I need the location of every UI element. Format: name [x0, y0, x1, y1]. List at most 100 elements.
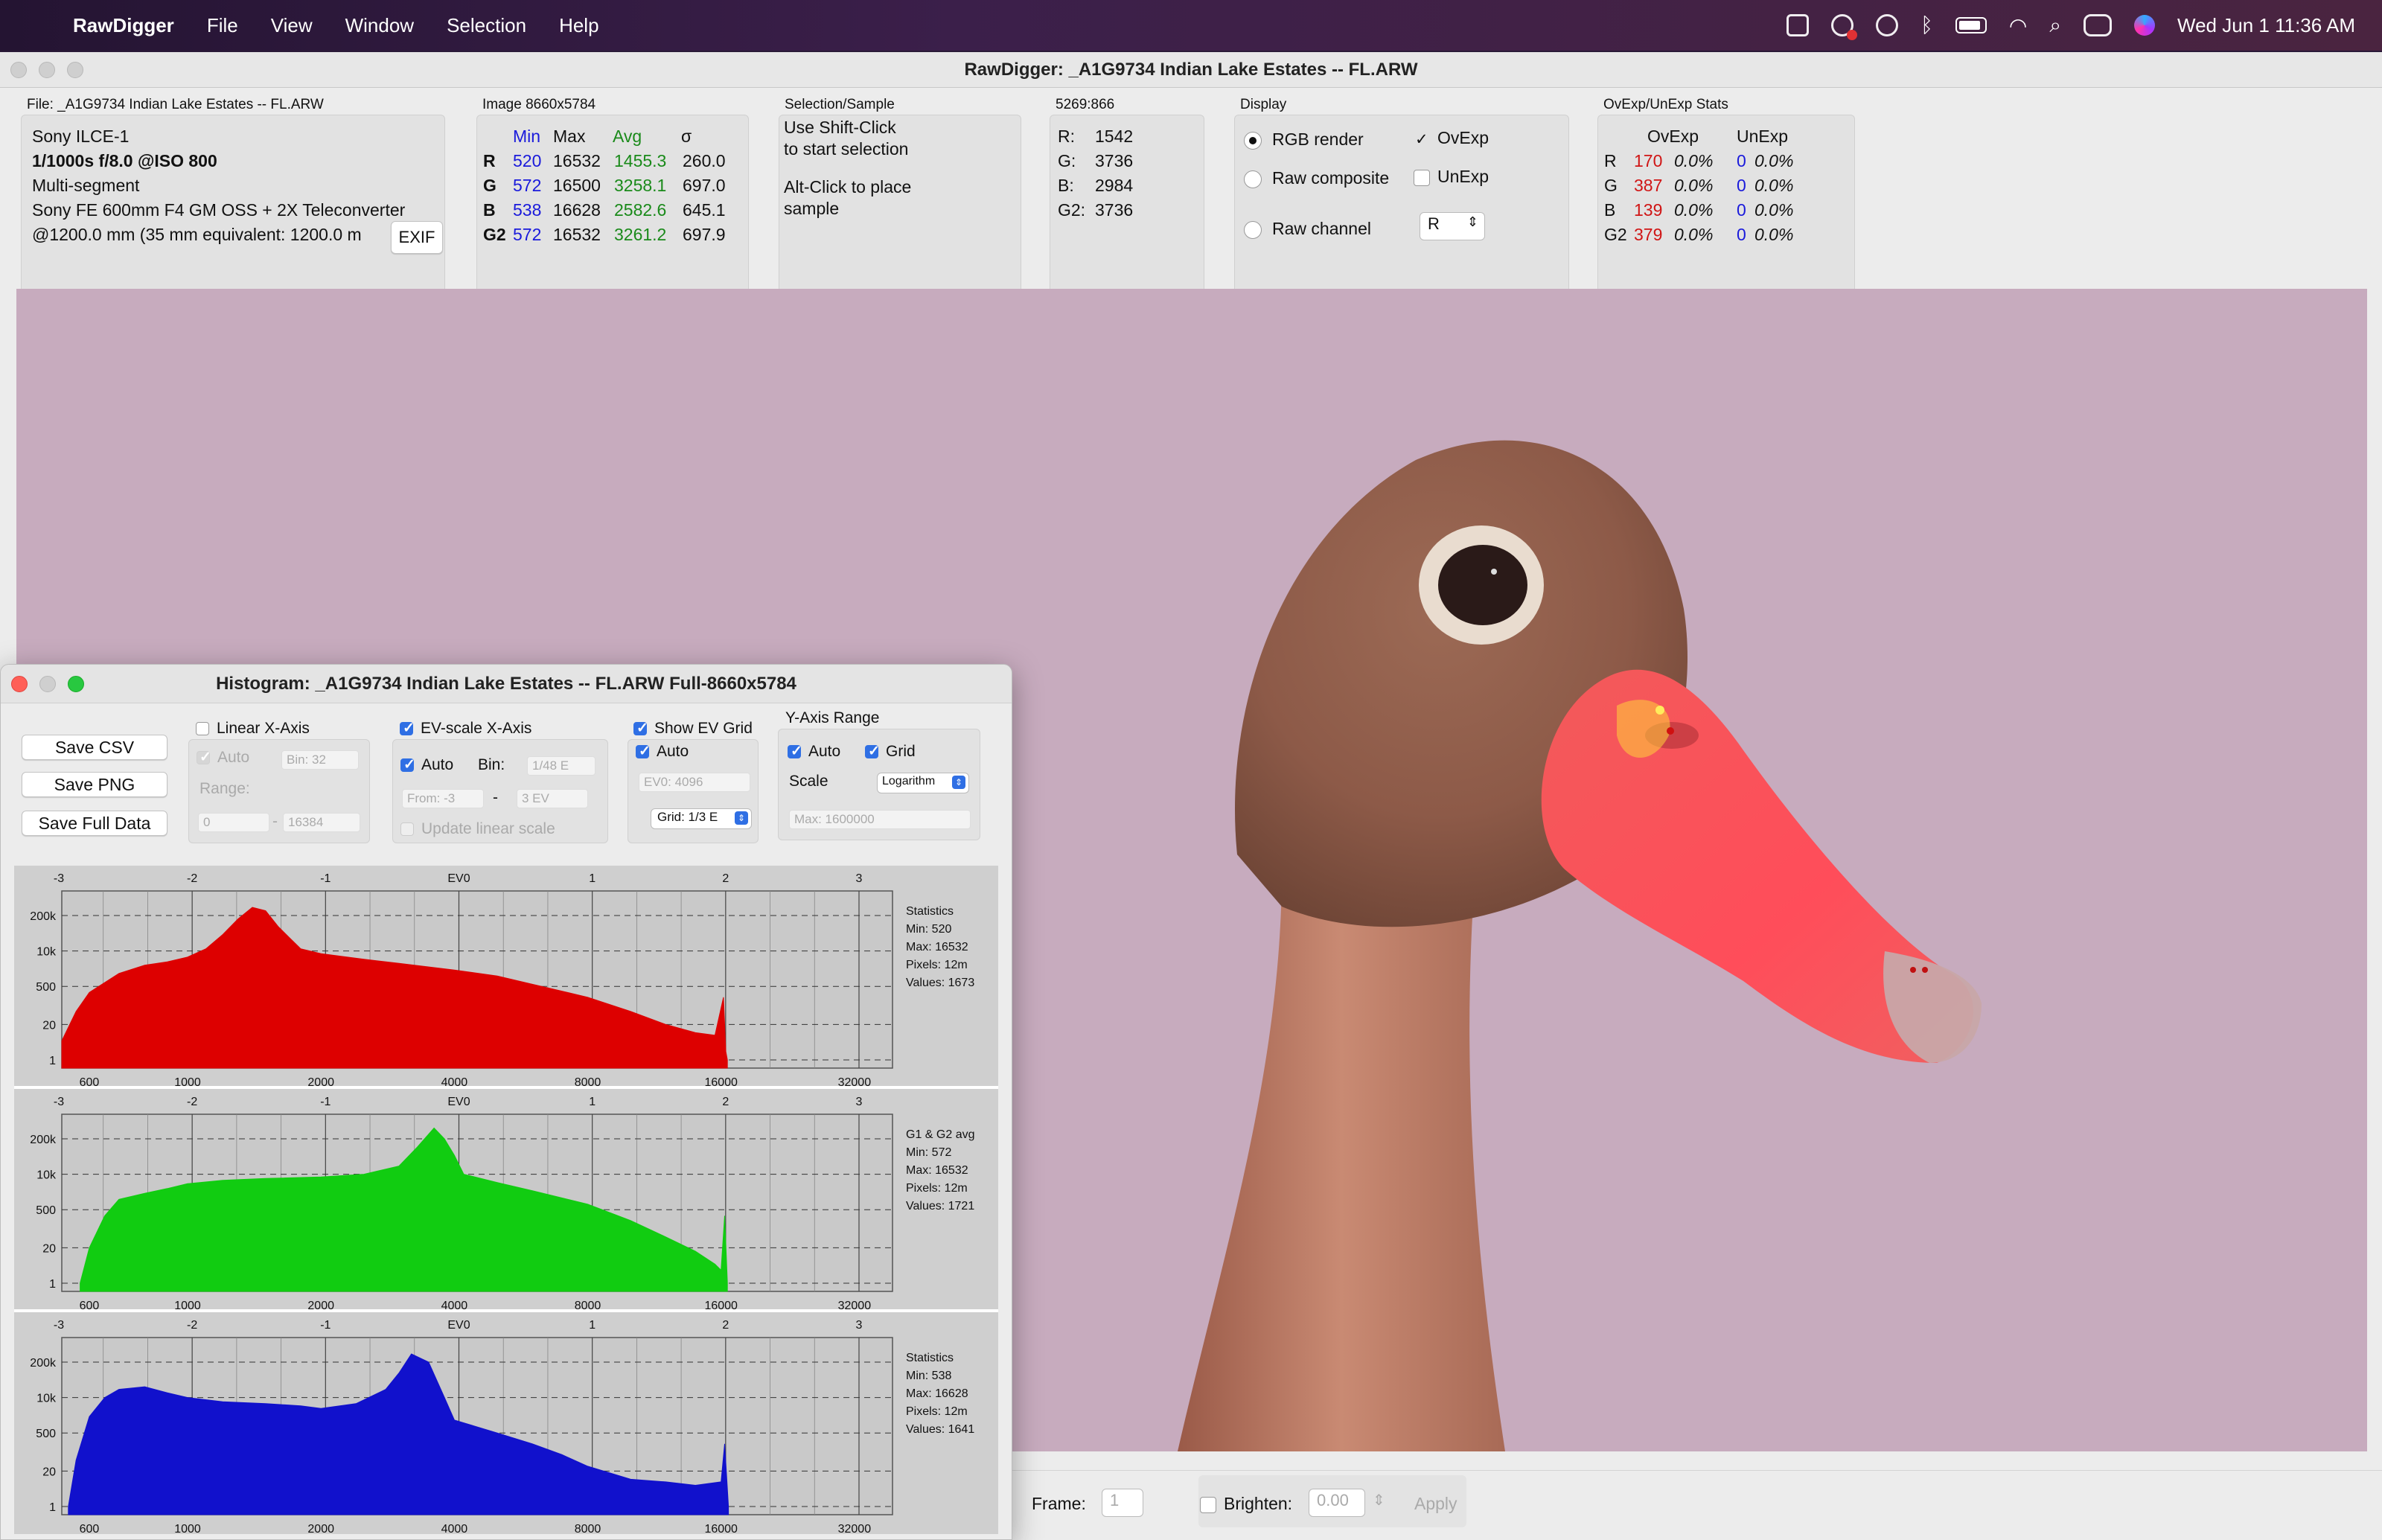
histogram-window: Histogram: _A1G9734 Indian Lake Estates …: [0, 664, 1012, 1540]
sample-g-value: 3736: [1095, 151, 1134, 170]
grid-step-select[interactable]: Grid: 1/3 E ⇕: [651, 808, 752, 829]
menubar-clock[interactable]: Wed Jun 1 11:36 AM: [2177, 14, 2355, 37]
linear-auto-toggle[interactable]: Auto: [197, 749, 249, 767]
ov-r-count: 170: [1634, 151, 1663, 170]
zoom-window-button[interactable]: [67, 62, 83, 78]
film-strip-icon[interactable]: [1786, 14, 1810, 36]
raw-channel-radio[interactable]: [1244, 220, 1262, 239]
y-grid-label: Grid: [886, 743, 916, 760]
raw-channel-select[interactable]: R ⇕: [1420, 212, 1485, 240]
unexp-checkbox[interactable]: [1414, 169, 1430, 186]
ev-tick-label: 3: [856, 872, 863, 885]
ev0-input[interactable]: EV0: 4096: [639, 773, 750, 792]
show-ev-grid-checkbox[interactable]: [633, 720, 648, 737]
histogram-title: Histogram: _A1G9734 Indian Lake Estates …: [1, 665, 1012, 703]
frame-stepper[interactable]: 1: [1102, 1489, 1143, 1517]
update-linear-checkbox[interactable]: [400, 822, 414, 837]
raw-composite-option[interactable]: Raw composite: [1244, 166, 1389, 191]
show-ev-grid-label: Show EV Grid: [654, 720, 753, 737]
image-group-label: Image 8660x5784: [482, 97, 596, 112]
linear-auto-checkbox[interactable]: [197, 749, 211, 766]
row-g2-max: 16532: [553, 225, 601, 244]
sample-b-value: 2984: [1095, 176, 1134, 195]
save-csv-button[interactable]: Save CSV: [22, 735, 167, 760]
y-max-input[interactable]: Max: 1600000: [789, 810, 971, 829]
range-from-input[interactable]: 0: [198, 813, 269, 832]
row-b-sd: 645.1: [683, 200, 726, 220]
range-to-input[interactable]: 16384: [283, 813, 360, 832]
unexp-toggle[interactable]: UnExp: [1414, 164, 1489, 189]
show-ev-grid-toggle[interactable]: Show EV Grid: [633, 720, 753, 738]
ev-tick-label: -1: [320, 872, 331, 885]
raw-channel-option[interactable]: Raw channel: [1244, 217, 1371, 241]
row-b-min: 538: [513, 200, 542, 220]
save-png-button[interactable]: Save PNG: [22, 772, 167, 797]
zoom-histogram-button[interactable]: [68, 676, 84, 692]
menu-selection[interactable]: Selection: [447, 14, 526, 37]
battery-icon[interactable]: [1955, 17, 1987, 33]
minimize-histogram-button[interactable]: [39, 676, 56, 692]
brighten-toggle[interactable]: Brighten:: [1200, 1492, 1292, 1516]
close-window-button[interactable]: [10, 62, 27, 78]
brighten-checkbox[interactable]: [1200, 1496, 1216, 1513]
creative-cloud-icon[interactable]: [1831, 14, 1858, 40]
ev-grid-auto-toggle[interactable]: Auto: [636, 743, 689, 761]
close-histogram-button[interactable]: [11, 676, 28, 692]
menu-view[interactable]: View: [271, 14, 313, 37]
ev-auto-checkbox[interactable]: [400, 756, 415, 773]
exif-button[interactable]: EXIF: [391, 221, 443, 254]
ev-tick-label: 3: [856, 1319, 863, 1332]
ovexp-toggle[interactable]: OvExp: [1414, 126, 1489, 152]
sample-r-value: 1542: [1095, 127, 1134, 146]
y-tick-label: 200k: [30, 1134, 57, 1146]
update-linear-toggle[interactable]: Update linear scale: [400, 820, 555, 838]
row-g-avg: 3258.1: [614, 176, 667, 195]
header-sigma: σ: [681, 127, 692, 146]
ev-bin-select[interactable]: 1/48 E: [527, 756, 596, 776]
rgb-render-option[interactable]: RGB render: [1244, 127, 1364, 152]
ev-from-input[interactable]: From: -3: [402, 789, 484, 808]
y-grid-toggle[interactable]: Grid: [865, 743, 916, 761]
chart-separator: [14, 1309, 998, 1312]
linear-x-checkbox[interactable]: [196, 722, 209, 736]
menu-window[interactable]: Window: [345, 14, 414, 37]
menu-bar: RawDigger File View Window Selection Hel…: [0, 0, 2382, 51]
control-center-icon[interactable]: [2084, 14, 2113, 36]
ev-tick-label: 1: [589, 872, 596, 885]
linear-bin-input[interactable]: Bin: 32: [281, 750, 359, 770]
raw-composite-label: Raw composite: [1272, 168, 1390, 188]
brighten-stepper-icon[interactable]: ⇕: [1373, 1489, 1385, 1513]
ovexp-checkbox[interactable]: [1414, 127, 1430, 152]
y-auto-toggle[interactable]: Auto: [788, 743, 840, 761]
rgb-render-radio[interactable]: [1244, 131, 1262, 150]
siri-icon[interactable]: [2134, 15, 2156, 36]
minimize-window-button[interactable]: [39, 62, 55, 78]
wifi-icon[interactable]: ◠: [2009, 13, 2027, 38]
y-scale-select[interactable]: Logarithm ⇕: [877, 773, 969, 793]
menu-help[interactable]: Help: [559, 14, 598, 37]
time-machine-icon[interactable]: [1876, 14, 1899, 36]
ev-auto-toggle[interactable]: Auto: [400, 756, 453, 774]
spotlight-search-icon[interactable]: ⌕: [2049, 13, 2061, 38]
brighten-input[interactable]: 0.00: [1309, 1489, 1365, 1517]
bluetooth-icon[interactable]: ᛒ: [1920, 13, 1933, 37]
raw-composite-radio[interactable]: [1244, 170, 1262, 188]
menu-app[interactable]: RawDigger: [73, 14, 174, 37]
y-grid-checkbox[interactable]: [865, 743, 880, 760]
menu-file[interactable]: File: [207, 14, 238, 37]
ev-tick-label: -3: [54, 872, 64, 885]
frame-value: 1: [1110, 1491, 1120, 1509]
x-tick-label: 8000: [575, 1523, 601, 1534]
histogram-svg[interactable]: 200k 10k 500 20 1 -3 -2 -1 EV0 1 2 3 600 1000 2000 4000…: [14, 866, 998, 1536]
ev-tick-label: -2: [187, 1319, 197, 1332]
ev-to-input[interactable]: 3 EV: [517, 789, 588, 808]
ev-scale-toggle[interactable]: EV-scale X-Axis: [400, 720, 531, 738]
selection-hint-2: to start selection: [784, 139, 909, 159]
ev-grid-auto-checkbox[interactable]: [636, 743, 651, 760]
linear-x-toggle[interactable]: Linear X-Axis: [196, 720, 310, 738]
ev-scale-checkbox[interactable]: [400, 720, 415, 737]
save-full-data-button[interactable]: Save Full Data: [22, 811, 167, 836]
ov-b-channel: B: [1604, 200, 1616, 220]
apply-button[interactable]: Apply: [1414, 1492, 1457, 1516]
y-auto-checkbox[interactable]: [788, 743, 802, 760]
